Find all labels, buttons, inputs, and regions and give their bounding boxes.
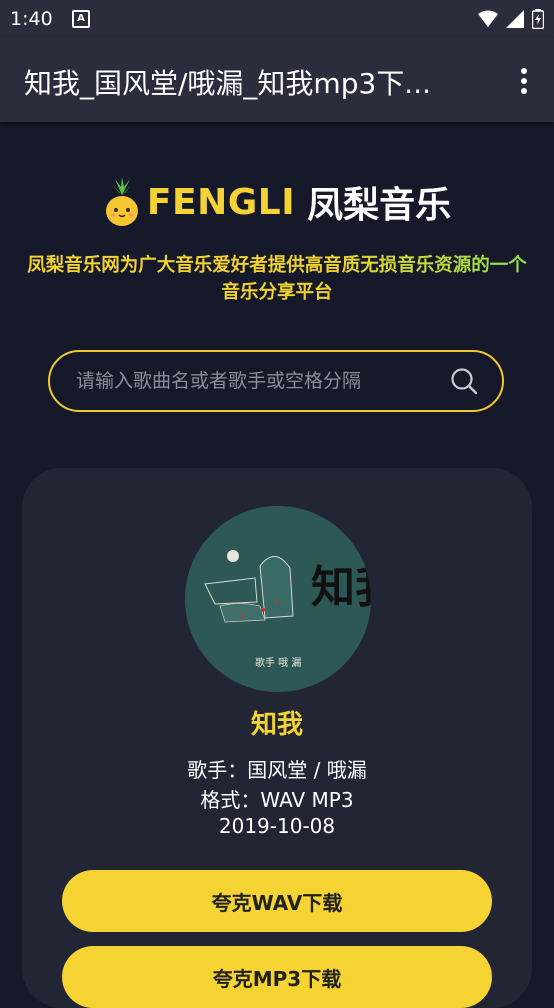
cover-artist-text: 歌手 哦 漏 xyxy=(255,656,301,669)
logo-text-en: FENGLI xyxy=(146,181,296,223)
battery-icon xyxy=(532,9,544,29)
song-title: 知我 xyxy=(250,710,303,740)
status-icons xyxy=(478,9,544,29)
album-cover: 知我 歌手 哦 漏 xyxy=(185,506,371,692)
more-menu-icon[interactable] xyxy=(520,68,528,94)
song-format: 格式：WAV MP3 xyxy=(200,788,354,812)
site-logo[interactable]: FENGLI 凤梨音乐 xyxy=(0,176,554,228)
status-time: 1:40 xyxy=(10,8,53,30)
song-date: 2019-10-08 xyxy=(218,814,336,838)
download-wav-button[interactable]: 夸克WAV下载 xyxy=(62,870,492,932)
album-art-image: 知我 歌手 哦 漏 xyxy=(185,506,371,692)
song-card: 知我 歌手 哦 漏 知我 歌手：国风堂 / 哦漏 格式：WAV MP3 2019… xyxy=(22,468,532,1008)
song-artist: 歌手：国风堂 / 哦漏 xyxy=(187,758,367,782)
status-bar: 1:40 A xyxy=(0,0,554,38)
site-tagline: 凤梨音乐网为广大音乐爱好者提供高音质无损音乐资源的一个音乐分享平台 xyxy=(24,252,530,306)
app-bar: 知我_国风堂/哦漏_知我mp3下... xyxy=(0,38,554,122)
logo-text-cn: 凤梨音乐 xyxy=(307,185,452,226)
search-box xyxy=(48,350,504,412)
pineapple-icon xyxy=(105,177,138,226)
wifi-icon xyxy=(478,10,498,27)
download-mp3-button[interactable]: 夸克MP3下载 xyxy=(62,946,492,1008)
signal-icon xyxy=(506,10,524,28)
search-input[interactable] xyxy=(50,369,450,393)
search-icon[interactable] xyxy=(450,367,478,395)
cover-title-text: 知我 xyxy=(311,562,371,613)
page-title: 知我_国风堂/哦漏_知我mp3下... xyxy=(24,67,431,100)
notification-a-icon: A xyxy=(72,10,90,28)
